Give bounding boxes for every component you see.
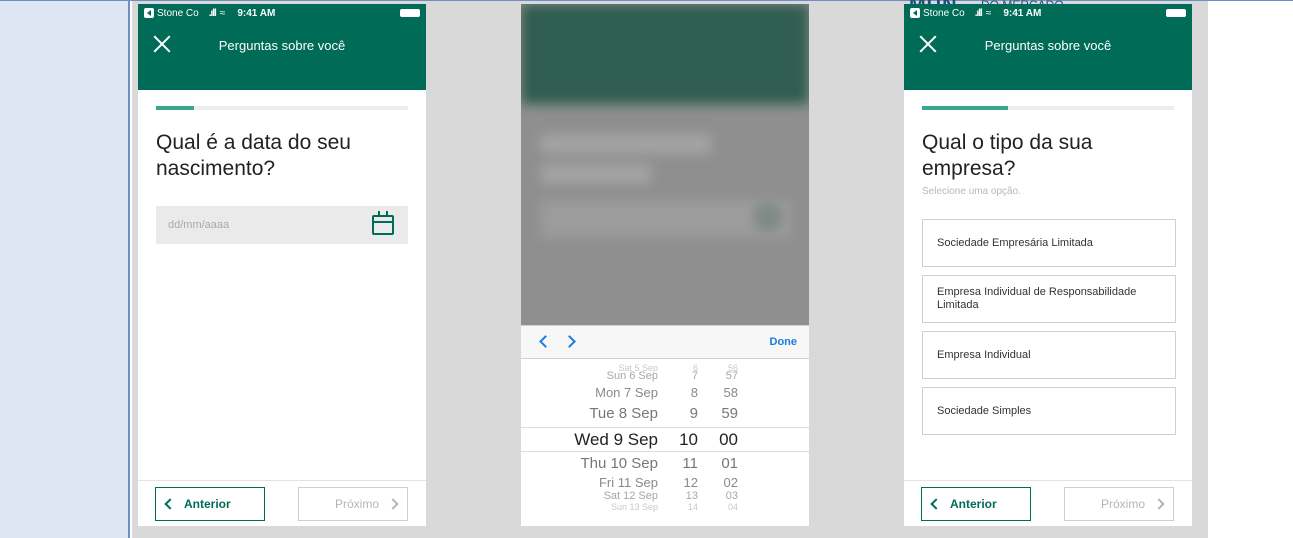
previous-label: Anterior (184, 497, 231, 511)
picker-row[interactable]: Tue 8 Sep 9 59 (521, 405, 809, 422)
question-hint: Selecione uma opção. (922, 186, 1021, 197)
phone-screen-birthdate: Stone Co .ıll ≈ 9:41 AM Perguntas sobre … (138, 4, 426, 526)
progress-track (156, 106, 408, 110)
picker-row[interactable]: Thu 10 Sep 11 01 (521, 455, 809, 472)
picker-hour: 9 (689, 405, 698, 422)
app-header: Stone Co .ıll ≈ 9:41 AM Perguntas sobre … (904, 4, 1192, 90)
calendar-icon[interactable] (372, 211, 394, 235)
picker-toolbar: Done (521, 325, 809, 359)
next-label: Próximo (1100, 497, 1145, 511)
battery-icon (1166, 9, 1186, 17)
date-field[interactable] (156, 206, 408, 244)
picker-hour: 14 (687, 502, 698, 512)
picker-hour: 7 (691, 370, 698, 382)
picker-hour: 10 (679, 430, 698, 449)
done-button[interactable]: Done (770, 336, 798, 348)
picker-minute: 04 (727, 502, 738, 512)
previous-button[interactable]: Anterior (155, 487, 265, 521)
picker-minute: 57 (725, 370, 738, 382)
date-picker-wheel[interactable]: Sat 5 Sep 6 56 Sun 6 Sep 7 57 Mon 7 Sep 8 58 Tue … (521, 359, 809, 526)
status-bar: Stone Co .ıll ≈ 9:41 AM (904, 4, 1192, 22)
picker-selection-line (521, 451, 809, 452)
picker-row[interactable]: Sun 6 Sep 7 57 (521, 370, 809, 383)
carrier-name: Stone Co (923, 7, 965, 19)
question-title: Qual o tipo da sua empresa? (922, 131, 1093, 180)
wifi-icon: ≈ (985, 7, 992, 19)
chevron-left-icon (164, 498, 176, 510)
chevron-left-icon (930, 498, 942, 510)
chevron-right-icon (1153, 498, 1165, 510)
picker-minute: 01 (721, 455, 738, 472)
picker-hour: 11 (682, 455, 698, 472)
picker-row[interactable]: Fri 11 Sep 12 02 (521, 475, 809, 490)
progress-fill (156, 106, 194, 110)
bottom-nav-bar: Anterior Próximo (138, 480, 426, 526)
picker-day: Mon 7 Sep (595, 385, 658, 400)
birthdate-input[interactable] (156, 206, 408, 244)
chevron-right-icon (387, 498, 399, 510)
back-to-app-icon[interactable] (144, 8, 154, 18)
chevron-right-icon[interactable] (563, 335, 576, 348)
picker-minute: 02 (723, 475, 738, 490)
next-label: Próximo (334, 497, 379, 511)
blurred-text-line (541, 164, 651, 184)
phone-screen-company-type: Stone Co .ıll ≈ 9:41 AM Perguntas sobre … (904, 4, 1192, 526)
option-sociedade-empresaria-limitada[interactable]: Sociedade Empresária Limitada (922, 219, 1176, 267)
company-type-options: Sociedade Empresária Limitada Empresa In… (922, 219, 1176, 435)
signal-icon: .ıll (208, 7, 217, 19)
bottom-nav-bar: Anterior Próximo (904, 480, 1192, 526)
picker-selection-line (521, 427, 809, 428)
phone-screen-date-picker: Done Sat 5 Sep 6 56 Sun 6 Sep 7 57 Mon 7 Sep 8 5… (521, 4, 809, 526)
left-side-panel (0, 0, 130, 538)
picker-day: Fri 11 Sep (598, 475, 658, 490)
picker-day: Wed 9 Sep (574, 430, 658, 449)
progress-fill (922, 106, 1008, 110)
status-time: 9:41 AM (237, 7, 276, 19)
option-empresa-individual[interactable]: Empresa Individual (922, 331, 1176, 379)
option-eireli[interactable]: Empresa Individual de Responsabilidade L… (922, 275, 1176, 323)
picker-minute: 58 (723, 385, 738, 400)
previous-button[interactable]: Anterior (921, 487, 1031, 521)
wifi-icon: ≈ (219, 7, 226, 19)
question-title: Qual é a data do seu nascimento? (156, 131, 351, 180)
picker-day: Sun 6 Sep (606, 370, 658, 382)
option-sociedade-simples[interactable]: Sociedade Simples (922, 387, 1176, 435)
picker-minute: 59 (721, 405, 738, 422)
picker-minute: 00 (719, 430, 738, 449)
next-button[interactable]: Próximo (298, 487, 408, 521)
page: MUN DO MERCADO FINANCEIRO Stone Co .ıll … (0, 0, 1293, 538)
battery-icon (400, 9, 420, 17)
previous-label: Anterior (950, 497, 997, 511)
header-title: Perguntas sobre você (218, 38, 346, 53)
progress-track (922, 106, 1174, 110)
app-header: Stone Co .ıll ≈ 9:41 AM Perguntas sobre … (138, 4, 426, 90)
blurred-text-line (541, 134, 711, 154)
carrier-name: Stone Co (157, 7, 199, 19)
picker-row[interactable]: Sun 13 Sep 14 04 (521, 502, 809, 513)
picker-hour: 12 (683, 475, 698, 490)
blurred-header (521, 4, 809, 104)
blurred-icon (753, 202, 783, 232)
chevron-left-icon[interactable] (539, 335, 552, 348)
next-button[interactable]: Próximo (1064, 487, 1174, 521)
picker-row[interactable]: Mon 7 Sep 8 58 (521, 385, 809, 400)
picker-day: Thu 10 Sep (580, 455, 658, 472)
picker-row-selected[interactable]: Wed 9 Sep 10 00 (521, 430, 809, 449)
signal-icon: .ıll (974, 7, 983, 19)
picker-day: Sun 13 Sep (610, 502, 658, 512)
back-to-app-icon[interactable] (910, 8, 920, 18)
status-bar: Stone Co .ıll ≈ 9:41 AM (138, 4, 426, 22)
picker-day: Tue 8 Sep (589, 405, 658, 422)
status-time: 9:41 AM (1003, 7, 1042, 19)
header-title: Perguntas sobre você (984, 38, 1112, 53)
picker-hour: 8 (690, 385, 698, 400)
